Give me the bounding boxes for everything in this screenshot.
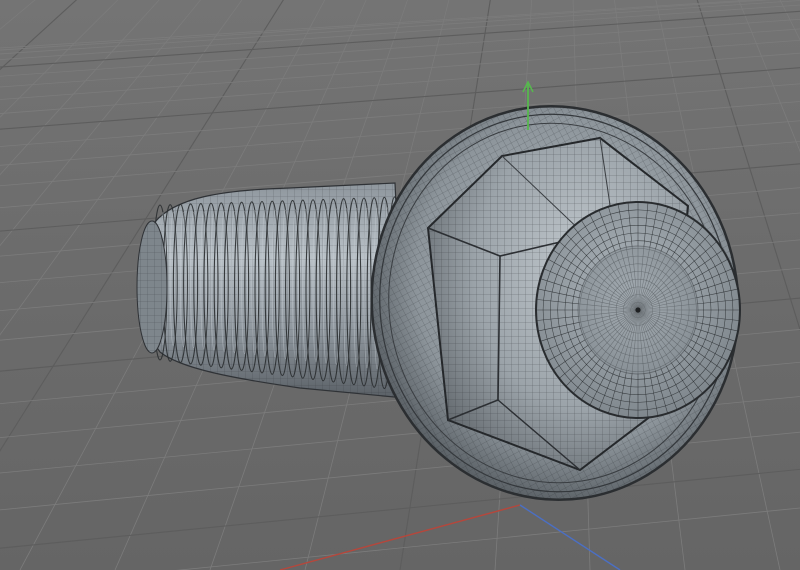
cap-center-pole bbox=[635, 307, 641, 313]
grid-cross-line bbox=[0, 52, 800, 114]
grid-cross-line bbox=[0, 10, 800, 68]
grid-cross-line bbox=[0, 0, 800, 55]
viewport-scene[interactable] bbox=[0, 0, 800, 570]
3d-viewport[interactable] bbox=[0, 0, 800, 570]
grid-cross-line bbox=[0, 0, 772, 51]
grid-cross-line bbox=[0, 83, 800, 147]
grid-cross-line bbox=[0, 468, 800, 549]
grid-cross-line bbox=[0, 4, 800, 61]
bolt-mesh[interactable] bbox=[136, 82, 764, 523]
grid-cross-line bbox=[0, 101, 800, 166]
grid-cross-line bbox=[175, 507, 800, 570]
grid-cross-line bbox=[0, 28, 800, 88]
x-axis-line bbox=[279, 504, 521, 570]
bolt-top-cap[interactable] bbox=[534, 200, 742, 420]
grid-cross-line bbox=[0, 39, 800, 100]
grid-cross-line bbox=[0, 18, 800, 77]
z-axis-line bbox=[519, 504, 621, 570]
bolt-shank[interactable] bbox=[136, 182, 406, 399]
